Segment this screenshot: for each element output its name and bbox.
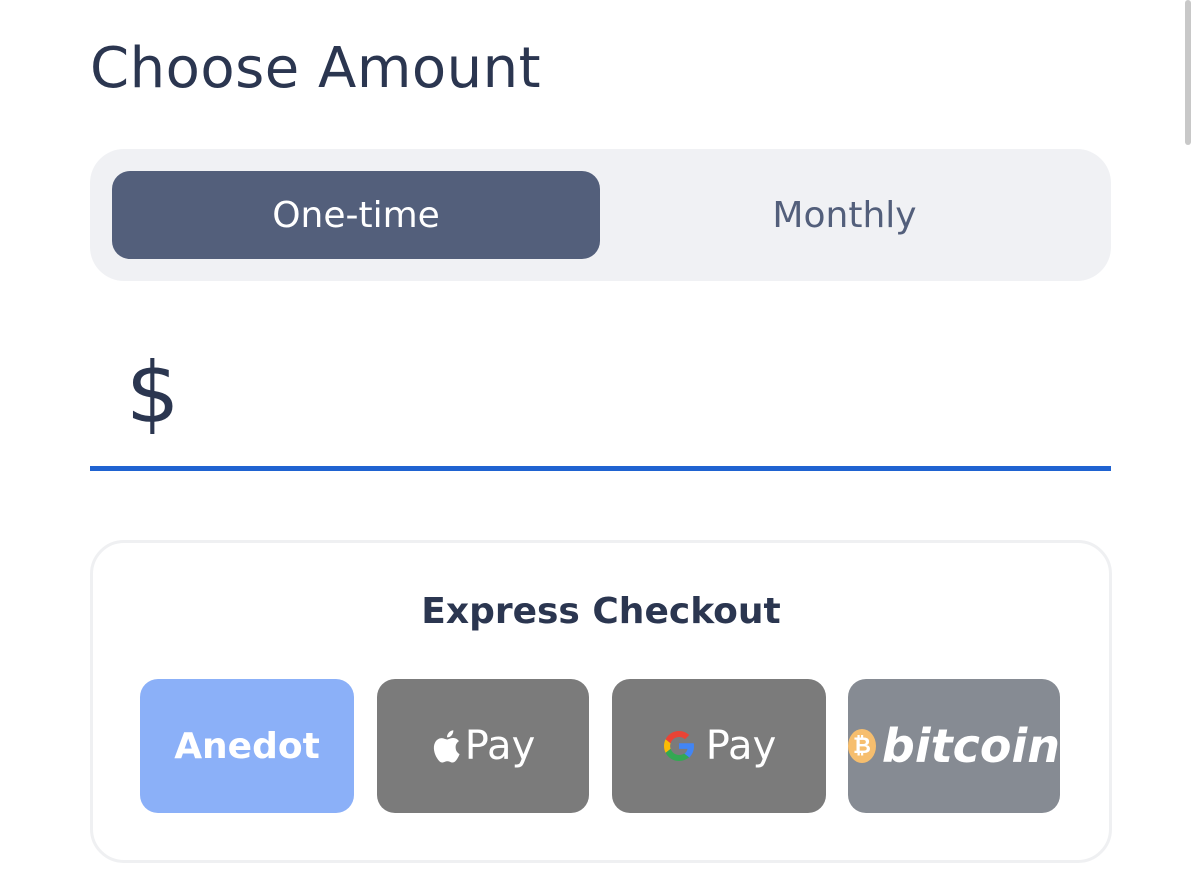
- anedot-label: Anedot: [174, 725, 320, 767]
- currency-symbol: $: [126, 344, 180, 442]
- anedot-pay-button[interactable]: Anedot: [140, 679, 354, 813]
- amount-field[interactable]: $: [90, 325, 1111, 467]
- google-pay-button[interactable]: Pay: [612, 679, 826, 813]
- bitcoin-pay-button[interactable]: ₿ bitcoin: [848, 679, 1060, 813]
- apple-pay-button[interactable]: Pay: [377, 679, 589, 813]
- frequency-toggle: One-time Monthly: [90, 149, 1111, 281]
- bitcoin-coin-icon: ₿: [848, 729, 876, 763]
- express-checkout-card: Express Checkout Anedot Pay Pay ₿ bitcoi…: [90, 540, 1112, 863]
- scrollbar[interactable]: [1185, 0, 1191, 145]
- amount-input[interactable]: [200, 349, 1084, 443]
- google-g-icon: [662, 729, 696, 763]
- one-time-option[interactable]: One-time: [112, 171, 600, 259]
- bitcoin-label: bitcoin: [881, 719, 1060, 773]
- donation-form: Choose Amount One-time Monthly $ Express…: [0, 0, 1200, 895]
- google-pay-label: Pay: [705, 723, 777, 769]
- apple-icon: [431, 728, 461, 764]
- page-title: Choose Amount: [90, 36, 542, 101]
- amount-underline: [90, 466, 1111, 471]
- monthly-option[interactable]: Monthly: [600, 171, 1089, 259]
- apple-pay-label: Pay: [464, 723, 536, 769]
- express-checkout-title: Express Checkout: [421, 591, 781, 632]
